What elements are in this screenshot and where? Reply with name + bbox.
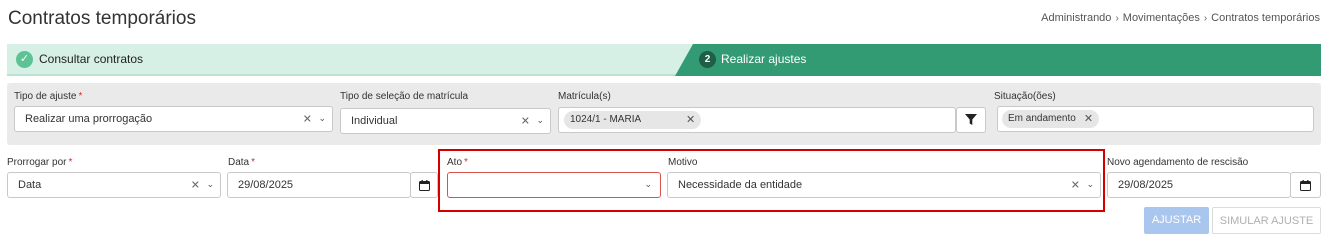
breadcrumb-item[interactable]: Administrando [1041,12,1111,24]
chevron-down-icon[interactable]: ⌄ [318,113,326,124]
required-marker: * [68,157,73,168]
data-calendar-button[interactable] [410,172,438,198]
breadcrumb: Administrando › Movimentações › Contrato… [1041,12,1320,24]
select-value: Individual [351,115,398,127]
field-label: Tipo de seleção de matrícula [340,91,469,102]
input-value: 29/08/2025 [238,179,294,191]
field-label: Matrícula(s) [558,91,611,102]
calendar-icon [1300,180,1311,191]
situacoes-multiselect[interactable]: Em andamento ✕ [997,106,1314,132]
prorrogar-por-select[interactable]: Data ✕ ⌄ [7,172,221,198]
input-value: 29/08/2025 [1118,179,1174,191]
chevron-down-icon[interactable]: ⌄ [1086,179,1094,190]
matricula-chip: 1024/1 - MARIA ✕ [564,111,702,129]
required-marker: * [464,157,468,168]
breadcrumb-item[interactable]: Movimentações [1123,12,1200,24]
clear-icon[interactable]: ✕ [191,179,200,192]
select-value: Necessidade da entidade [678,179,803,191]
step-label: Consultar contratos [39,52,144,66]
clear-icon[interactable]: ✕ [521,115,530,128]
filter-button[interactable] [956,107,986,133]
ajustar-button[interactable]: AJUSTAR [1144,207,1209,234]
chevron-right-icon: › [1203,12,1208,24]
chevron-down-icon[interactable]: ⌄ [536,115,544,126]
field-label: Tipo de ajuste * [14,91,83,102]
situacao-chip: Em andamento ✕ [1002,110,1100,128]
field-label: Ato * [447,157,468,168]
chevron-down-icon[interactable]: ⌄ [206,179,214,190]
field-label: Prorrogar por * [7,157,73,168]
filter-icon [965,114,977,125]
novo-agendamento-input[interactable]: 29/08/2025 [1107,172,1291,198]
field-label: Data * [228,157,256,168]
chevron-right-icon: › [1115,12,1119,24]
select-value: Realizar uma prorrogação [25,113,153,125]
simular-ajuste-button[interactable]: SIMULAR AJUSTE [1212,207,1321,234]
field-label: Novo agendamento de rescisão [1107,157,1249,168]
step-number: 2 [699,51,716,68]
check-icon: ✓ [16,51,33,68]
select-value: Data [18,179,42,191]
clear-icon[interactable]: ✕ [1071,179,1080,192]
motivo-select[interactable]: Necessidade da entidade ✕ ⌄ [667,172,1101,198]
page-title: Contratos temporários [8,8,196,29]
step-label: Realizar ajustes [721,52,807,66]
calendar-icon [418,180,430,191]
chevron-down-icon[interactable]: ⌄ [644,179,652,190]
required-marker: * [78,91,83,102]
required-marker: * [251,157,256,168]
stepper: ✓ Consultar contratos 2 Realizar ajustes [7,44,1321,76]
clear-icon[interactable]: ✕ [303,113,312,126]
ato-select[interactable]: ⌄ [447,172,661,198]
field-label: Situação(ões) [994,91,1056,102]
remove-chip-icon[interactable]: ✕ [1084,110,1093,128]
tipo-ajuste-select[interactable]: Realizar uma prorrogação ✕ ⌄ [14,106,333,132]
breadcrumb-item: Contratos temporários [1211,12,1320,24]
field-label: Motivo [668,157,698,168]
tipo-selecao-select[interactable]: Individual ✕ ⌄ [340,108,551,134]
remove-chip-icon[interactable]: ✕ [686,111,695,129]
data-input[interactable]: 29/08/2025 [227,172,411,198]
matriculas-multiselect[interactable]: 1024/1 - MARIA ✕ [558,107,956,133]
novo-agendamento-calendar-button[interactable] [1290,172,1321,198]
